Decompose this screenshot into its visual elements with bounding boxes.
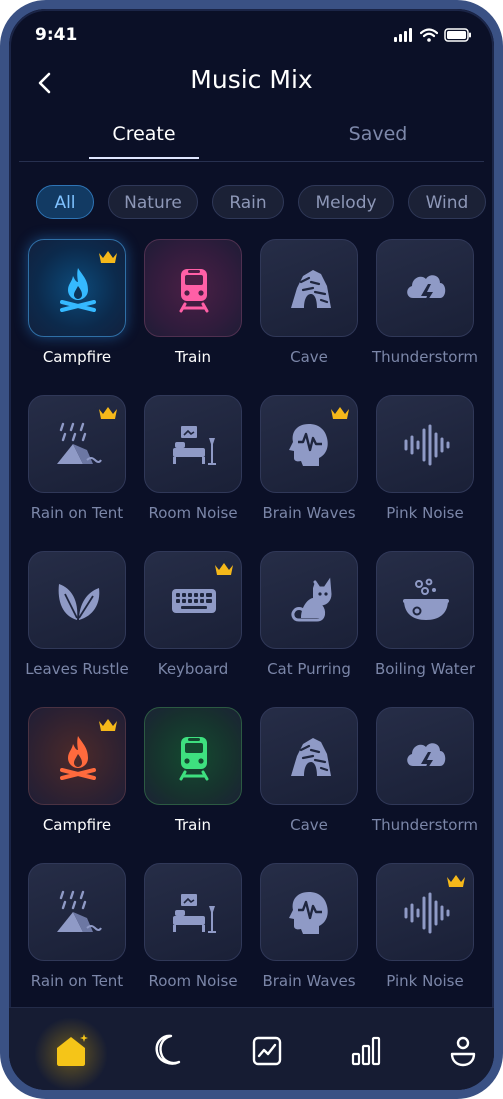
sound-tile-room-noise[interactable] <box>144 863 242 961</box>
header: Music Mix <box>9 61 494 105</box>
room-icon <box>173 426 216 465</box>
tile-label: Pink Noise <box>386 972 464 990</box>
sound-tile-train[interactable] <box>144 239 242 337</box>
tile-label: Rain on Tent <box>30 504 124 522</box>
chart-icon[interactable] <box>247 1030 287 1070</box>
boiling-icon <box>403 578 449 620</box>
tile-label: Room Noise <box>148 972 238 990</box>
tile-label: Thunderstorm <box>372 348 478 366</box>
campfire-icon <box>60 268 96 312</box>
rain-tent-icon <box>57 422 102 464</box>
bar-chart-icon[interactable] <box>346 1030 386 1070</box>
cat-icon <box>291 577 332 622</box>
chip-rain[interactable]: Rain <box>212 185 284 219</box>
premium-crown-icon <box>99 407 117 419</box>
sound-tile-brain-waves[interactable] <box>260 863 358 961</box>
active-tab-indicator <box>89 157 199 159</box>
tile-label: Boiling Water <box>374 660 476 678</box>
brain-icon <box>289 892 328 934</box>
sound-tile-cave[interactable] <box>260 239 358 337</box>
tab-create[interactable]: Create <box>89 123 199 145</box>
tile-label: Cat Purring <box>267 660 351 678</box>
premium-crown-icon <box>215 563 233 575</box>
sound-tile-leaves-rustle[interactable] <box>28 551 126 649</box>
rain-tent-icon <box>57 890 102 932</box>
status-time: 9:41 <box>35 25 78 45</box>
signal-icon <box>394 28 412 42</box>
cave-icon <box>291 270 331 308</box>
premium-crown-icon <box>447 875 465 887</box>
tile-label: Brain Waves <box>262 504 356 522</box>
tile-label: Cave <box>290 816 328 834</box>
leaves-icon <box>58 584 100 620</box>
sound-tile-cat-purring[interactable] <box>260 551 358 649</box>
tile-label: Pink Noise <box>386 504 464 522</box>
room-icon <box>173 894 216 933</box>
chip-melody[interactable]: Melody <box>298 185 394 219</box>
home-icon[interactable] <box>51 1030 91 1070</box>
sound-tile-pink-noise[interactable] <box>376 395 474 493</box>
sound-tile-cave[interactable] <box>260 707 358 805</box>
tab-saved[interactable]: Saved <box>323 123 433 145</box>
status-icons <box>394 28 472 42</box>
battery-icon <box>444 28 471 42</box>
sound-tile-thunderstorm[interactable] <box>376 707 474 805</box>
tile-label: Thunderstorm <box>372 816 478 834</box>
status-bar: 9:41 <box>31 25 472 49</box>
tile-label: Campfire <box>42 348 112 366</box>
premium-crown-icon <box>99 251 117 263</box>
thunderstorm-icon <box>407 743 446 776</box>
tile-label: Campfire <box>42 816 112 834</box>
thunderstorm-icon <box>407 275 446 308</box>
chip-wind[interactable]: Wind <box>408 185 486 219</box>
tile-label: Train <box>175 816 211 834</box>
filter-chips: All Nature Rain Melody Wind <box>36 185 494 221</box>
phone-frame: 9:41 Music Mix Create Saved All Nature R… <box>0 0 503 1099</box>
premium-crown-icon <box>99 719 117 731</box>
sound-tile-rain-on-tent[interactable] <box>28 863 126 961</box>
keyboard-icon <box>172 589 216 613</box>
tile-label: Room Noise <box>148 504 238 522</box>
sound-tile-train[interactable] <box>144 707 242 805</box>
tab-divider <box>19 161 484 162</box>
profile-icon[interactable] <box>443 1030 483 1070</box>
sound-tile-thunderstorm[interactable] <box>376 239 474 337</box>
chip-all[interactable]: All <box>36 185 94 219</box>
page-title: Music Mix <box>190 65 313 94</box>
tile-label: Keyboard <box>157 660 229 678</box>
train-icon <box>179 737 209 781</box>
wifi-icon <box>420 28 438 42</box>
moon-icon[interactable] <box>149 1030 189 1070</box>
sound-tile-boiling-water[interactable] <box>376 551 474 649</box>
cave-icon <box>291 738 331 776</box>
tile-label: Train <box>175 348 211 366</box>
campfire-icon <box>60 736 96 780</box>
tab-bar: Create Saved <box>9 119 494 165</box>
tile-label: Cave <box>290 348 328 366</box>
soundwave-icon <box>404 892 450 934</box>
train-icon <box>179 269 209 313</box>
soundwave-icon <box>404 424 450 466</box>
bottom-nav <box>9 1007 494 1090</box>
premium-crown-icon <box>331 407 349 419</box>
chip-nature[interactable]: Nature <box>108 185 198 219</box>
sound-tile-room-noise[interactable] <box>144 395 242 493</box>
tile-label: Brain Waves <box>262 972 356 990</box>
tile-label: Rain on Tent <box>30 972 124 990</box>
brain-icon <box>289 424 328 466</box>
tile-label: Leaves Rustle <box>25 660 129 678</box>
